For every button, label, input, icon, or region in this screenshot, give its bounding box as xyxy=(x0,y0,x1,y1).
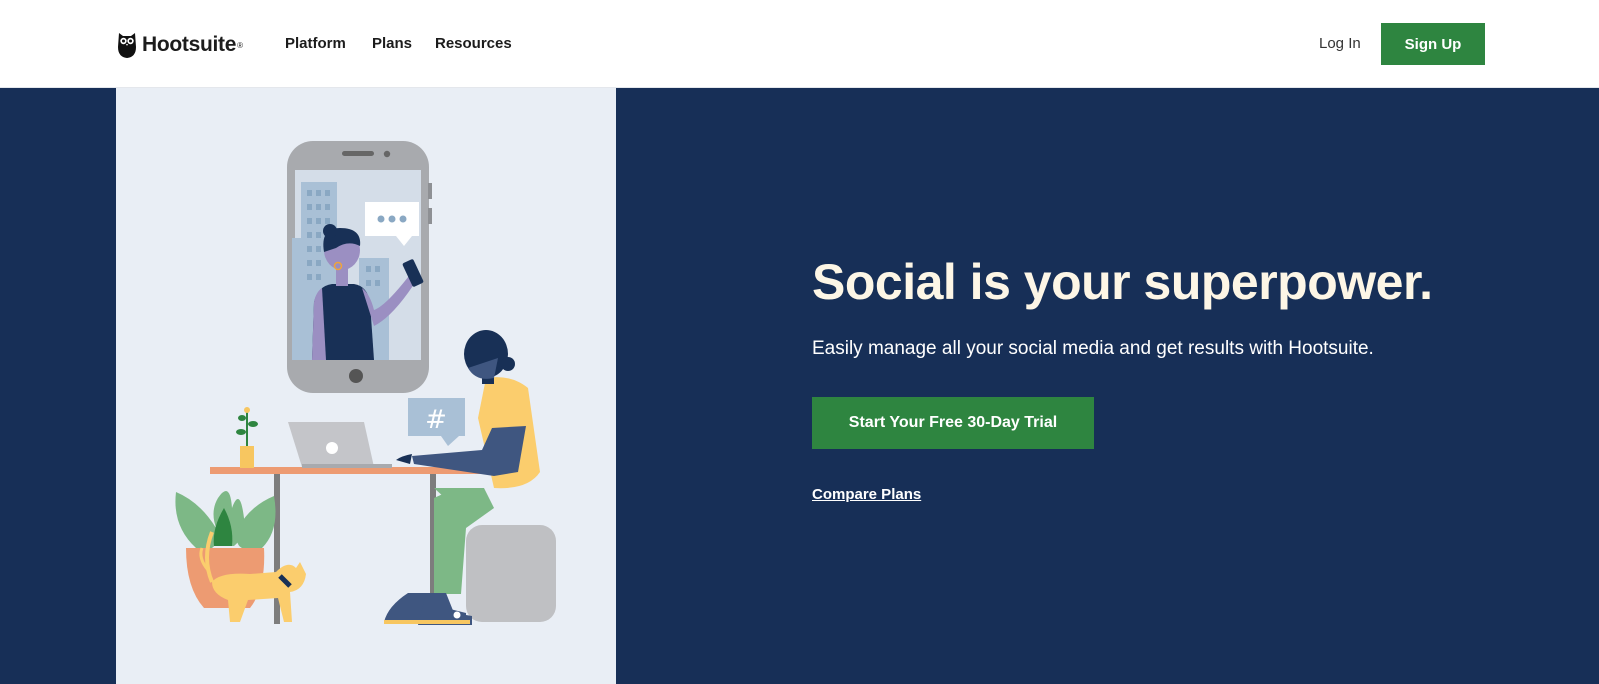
nav-link-plans[interactable]: Plans xyxy=(372,35,412,52)
signup-button[interactable]: Sign Up xyxy=(1381,23,1485,65)
hero-illustration-panel: # xyxy=(116,88,616,684)
top-nav: Hootsuite ® Platform Plans Resources Log… xyxy=(0,0,1599,88)
hero-title: Social is your superpower. xyxy=(812,254,1433,310)
hootsuite-logo[interactable]: Hootsuite ® xyxy=(117,30,243,60)
nav-link-resources[interactable]: Resources xyxy=(435,35,512,52)
hero-section: # Social is your superpower. Easily mana… xyxy=(0,88,1599,684)
brand-name: Hootsuite xyxy=(142,33,237,56)
hero-subtitle: Easily manage all your social media and … xyxy=(812,338,1374,359)
login-link[interactable]: Log In xyxy=(1319,35,1361,52)
owl-icon xyxy=(118,33,136,58)
hashtag-label: # xyxy=(425,405,447,435)
registered-mark: ® xyxy=(237,40,244,50)
social-media-illustration: # xyxy=(175,141,556,625)
nav-link-platform[interactable]: Platform xyxy=(285,35,346,52)
free-trial-button[interactable]: Start Your Free 30-Day Trial xyxy=(812,397,1094,449)
compare-plans-link[interactable]: Compare Plans xyxy=(812,486,921,503)
